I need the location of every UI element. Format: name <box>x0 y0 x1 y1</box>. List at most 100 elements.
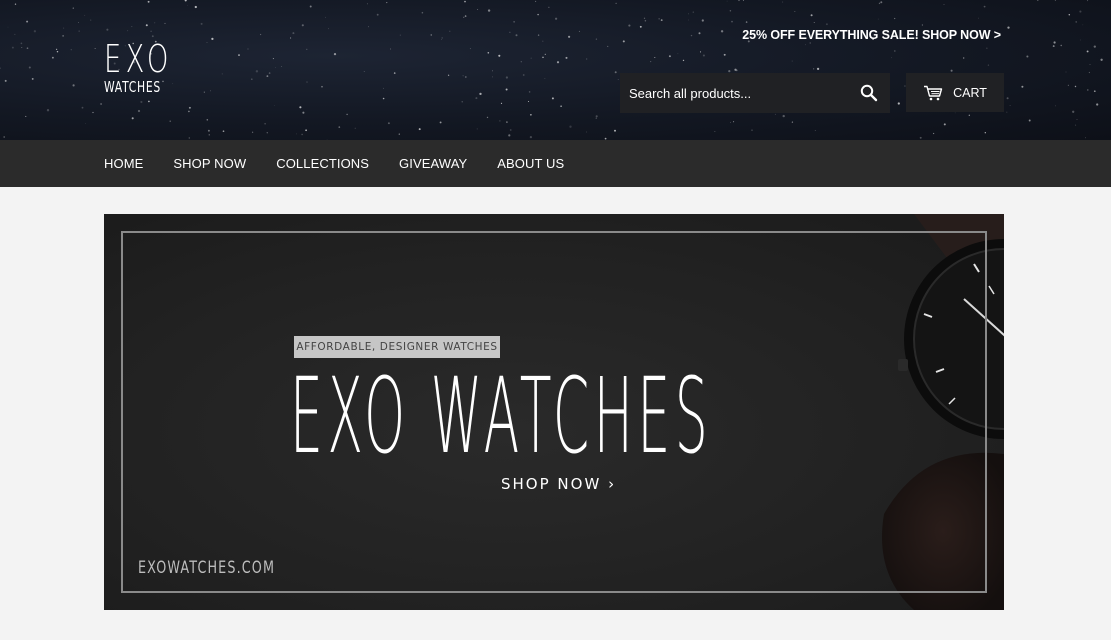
star <box>617 78 619 80</box>
main-nav: HOME SHOP NOW COLLECTIONS GIVEAWAY ABOUT… <box>0 140 1111 187</box>
star <box>505 76 509 79</box>
star <box>78 22 79 23</box>
site-logo[interactable]: EXO WATCHES <box>104 40 200 96</box>
star <box>894 50 896 52</box>
star <box>4 79 7 82</box>
star <box>382 97 385 100</box>
star <box>188 106 191 109</box>
star <box>983 5 986 8</box>
star <box>987 64 990 66</box>
star <box>699 51 702 53</box>
star <box>390 48 392 50</box>
star <box>658 18 660 20</box>
nav-item-shop-now[interactable]: SHOP NOW <box>173 156 246 171</box>
star <box>1006 111 1008 113</box>
star <box>639 25 642 28</box>
star <box>742 0 744 1</box>
star <box>439 121 442 124</box>
star <box>309 5 312 8</box>
star <box>1075 21 1078 23</box>
star <box>131 117 134 120</box>
star <box>520 61 522 63</box>
star <box>701 19 704 22</box>
star <box>498 54 501 57</box>
star <box>305 129 307 132</box>
star <box>943 4 945 5</box>
cart-button[interactable]: CART <box>906 73 1004 112</box>
star <box>569 125 572 128</box>
star <box>1087 89 1089 91</box>
star <box>266 75 269 78</box>
star <box>1075 124 1077 126</box>
star <box>1074 85 1077 88</box>
star <box>1096 103 1099 106</box>
star <box>28 66 31 69</box>
star <box>702 54 705 57</box>
star <box>72 84 75 87</box>
star <box>733 121 735 123</box>
star <box>1072 110 1075 113</box>
star <box>535 0 537 2</box>
nav-item-collections[interactable]: COLLECTIONS <box>276 156 369 171</box>
hero-banner[interactable]: AFFORDABLE, DESIGNER WATCHES EXO WATCHES… <box>104 214 1004 610</box>
star <box>383 87 384 89</box>
star <box>51 56 54 59</box>
star <box>346 113 348 116</box>
star <box>1054 0 1056 1</box>
star <box>464 15 467 17</box>
star <box>891 57 893 59</box>
star <box>1086 50 1089 53</box>
star <box>1055 105 1056 107</box>
star <box>894 17 896 20</box>
star <box>366 3 368 5</box>
star <box>978 17 979 19</box>
star <box>643 17 646 19</box>
star <box>544 78 546 79</box>
star <box>333 52 337 56</box>
star <box>1028 119 1031 122</box>
star <box>137 109 141 113</box>
nav-item-about-us[interactable]: ABOUT US <box>497 156 564 171</box>
star <box>729 9 732 12</box>
star <box>1052 45 1055 48</box>
promo-link[interactable]: 25% OFF EVERYTHING SALE! SHOP NOW > <box>742 28 1001 42</box>
star <box>206 42 208 43</box>
star <box>26 47 29 50</box>
star <box>586 58 588 60</box>
star <box>85 123 87 124</box>
star <box>919 136 922 139</box>
star <box>491 76 493 78</box>
star <box>542 40 544 42</box>
star <box>461 101 463 103</box>
star <box>92 111 94 114</box>
star <box>794 11 796 12</box>
nav-item-home[interactable]: HOME <box>104 156 143 171</box>
star <box>897 102 900 105</box>
star <box>1007 26 1010 29</box>
hero-shop-now-link[interactable]: SHOP NOW › <box>501 475 616 493</box>
star <box>150 30 152 33</box>
star <box>469 48 471 50</box>
star <box>548 6 550 8</box>
star <box>7 26 9 28</box>
star <box>211 37 214 41</box>
star <box>251 131 254 133</box>
search-input[interactable] <box>620 73 848 113</box>
star <box>477 9 479 10</box>
star <box>950 69 953 72</box>
star <box>206 119 209 121</box>
star <box>943 123 946 126</box>
star <box>200 22 203 25</box>
nav-item-giveaway[interactable]: GIVEAWAY <box>399 156 467 171</box>
star <box>14 3 17 5</box>
star <box>1009 105 1011 106</box>
star <box>813 68 815 70</box>
star <box>720 30 724 33</box>
search-button[interactable] <box>848 73 890 113</box>
star <box>804 44 806 46</box>
star <box>33 30 37 33</box>
star <box>169 120 171 122</box>
star <box>1006 97 1009 100</box>
star <box>449 30 451 32</box>
star <box>954 112 956 114</box>
